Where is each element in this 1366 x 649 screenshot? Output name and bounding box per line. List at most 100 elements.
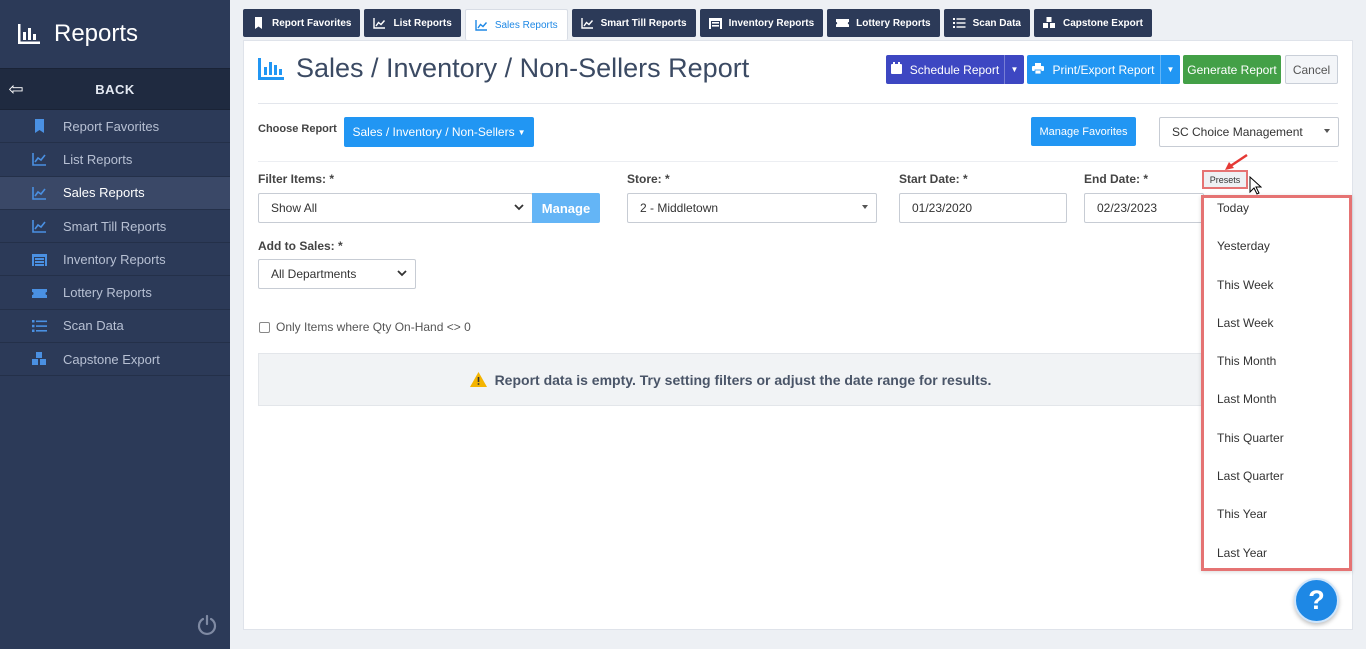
warehouse-icon — [32, 254, 47, 267]
empty-report-message: Report data is empty. Try setting filter… — [258, 353, 1203, 406]
tab-scan-data[interactable]: Scan Data — [943, 9, 1030, 37]
tab-list-reports[interactable]: List Reports — [364, 9, 461, 37]
chart-line-icon — [32, 186, 46, 200]
help-button[interactable]: ? — [1294, 578, 1339, 623]
sidebar-item-label: Inventory Reports — [63, 251, 166, 267]
page-title: Sales / Inventory / Non-Sellers Report — [258, 53, 749, 84]
sidebar-item-list-reports[interactable]: List Reports — [0, 143, 230, 177]
add-to-sales-select[interactable]: All Departments — [258, 259, 416, 289]
sidebar-item-label: List Reports — [63, 151, 133, 167]
tab-lottery-reports[interactable]: Lottery Reports — [827, 9, 940, 37]
sidebar: Reports ⇦ BACK Report Favorites List Rep… — [0, 0, 230, 649]
start-date-input[interactable]: 01/23/2020 — [899, 193, 1067, 223]
tab-inventory-reports[interactable]: Inventory Reports — [699, 9, 824, 37]
report-panel: Sales / Inventory / Non-Sellers Report S… — [243, 40, 1353, 630]
management-select[interactable]: SC Choice Management — [1159, 117, 1339, 147]
bookmark-icon — [255, 17, 262, 29]
report-tabs: Report Favorites List Reports Sales Repo… — [243, 9, 1152, 40]
manage-favorites-button[interactable]: Manage Favorites — [1031, 117, 1136, 146]
sidebar-item-label: Scan Data — [63, 318, 124, 334]
back-button[interactable]: ⇦ BACK — [0, 68, 230, 110]
schedule-dropdown-toggle[interactable]: ▼ — [1004, 55, 1024, 84]
warning-icon — [469, 372, 487, 387]
power-icon[interactable] — [196, 614, 218, 636]
cancel-button[interactable]: Cancel — [1285, 55, 1338, 84]
mouse-cursor-icon — [1249, 176, 1262, 195]
caret-down-icon — [1324, 129, 1330, 133]
tab-label: Capstone Export — [1062, 17, 1143, 29]
sidebar-item-scan-data[interactable]: Scan Data — [0, 310, 230, 344]
chart-line-icon — [475, 20, 487, 31]
divider — [258, 161, 1338, 162]
manage-button[interactable]: Manage — [532, 193, 600, 223]
empty-message-text: Report data is empty. Try setting filter… — [494, 371, 992, 388]
sidebar-item-lottery-reports[interactable]: Lottery Reports — [0, 276, 230, 310]
sidebar-item-inventory-reports[interactable]: Inventory Reports — [0, 243, 230, 277]
tab-label: Lottery Reports — [856, 17, 931, 29]
page-title-text: Sales / Inventory / Non-Sellers Report — [296, 53, 750, 83]
warehouse-icon — [708, 18, 722, 29]
tab-label: List Reports — [393, 17, 452, 29]
list-icon — [32, 319, 47, 332]
sidebar-item-label: Report Favorites — [63, 118, 160, 134]
list-icon — [952, 18, 966, 28]
preset-item-this-quarter[interactable]: This Quarter — [1217, 431, 1284, 445]
filter-items-select[interactable]: Show All — [258, 193, 533, 223]
store-select[interactable]: 2 - Middletown — [627, 193, 877, 223]
print-dropdown-toggle[interactable]: ▼ — [1160, 55, 1180, 84]
cubes-icon — [1042, 17, 1055, 28]
sidebar-item-smart-till-reports[interactable]: Smart Till Reports — [0, 210, 230, 244]
preset-item-yesterday[interactable]: Yesterday — [1217, 239, 1270, 253]
presets-button[interactable]: Presets — [1202, 170, 1248, 189]
preset-item-this-year[interactable]: This Year — [1217, 507, 1267, 521]
divider — [258, 103, 1338, 104]
preset-item-last-month[interactable]: Last Month — [1217, 392, 1276, 406]
app-title: Reports — [54, 20, 139, 47]
tab-smart-till-reports[interactable]: Smart Till Reports — [571, 9, 696, 37]
store-label: Store: * — [627, 172, 670, 186]
sidebar-item-report-favorites[interactable]: Report Favorites — [0, 110, 230, 144]
end-date-input[interactable]: 02/23/2023 — [1084, 193, 1204, 223]
sidebar-item-capstone-export[interactable]: Capstone Export — [0, 343, 230, 377]
bookmark-icon — [35, 119, 44, 134]
preset-item-last-quarter[interactable]: Last Quarter — [1217, 469, 1284, 483]
calendar-icon — [890, 62, 902, 77]
choose-report-label: Choose Report — [258, 123, 337, 135]
qty-on-hand-checkbox[interactable] — [259, 322, 270, 333]
tab-label: Smart Till Reports — [600, 17, 687, 29]
sidebar-item-label: Capstone Export — [63, 351, 160, 367]
tab-capstone-export[interactable]: Capstone Export — [1033, 9, 1152, 37]
print-export-label: Print/Export Report — [1052, 62, 1155, 77]
caret-down-icon: ▼ — [517, 127, 526, 137]
print-icon — [1032, 62, 1045, 77]
sidebar-item-label: Smart Till Reports — [63, 218, 167, 234]
tab-label: Scan Data — [972, 17, 1021, 29]
start-date-label: Start Date: * — [899, 172, 968, 186]
start-date-value: 01/23/2020 — [912, 201, 973, 215]
schedule-report-button[interactable]: Schedule Report ▼ — [886, 55, 1024, 84]
preset-item-last-week[interactable]: Last Week — [1217, 316, 1273, 330]
preset-item-this-week[interactable]: This Week — [1217, 278, 1273, 292]
cubes-icon — [32, 352, 46, 366]
filter-items-value: Show All — [271, 201, 318, 215]
ticket-icon — [32, 288, 47, 298]
end-date-label: End Date: * — [1084, 172, 1149, 186]
chart-line-icon — [32, 153, 46, 167]
print-export-button[interactable]: Print/Export Report ▼ — [1027, 55, 1180, 84]
tab-label: Report Favorites — [272, 17, 352, 29]
choose-report-dropdown[interactable]: Sales / Inventory / Non-Sellers ▼ — [344, 117, 534, 147]
sidebar-item-sales-reports[interactable]: Sales Reports — [0, 176, 230, 210]
tab-label: Inventory Reports — [728, 17, 815, 29]
preset-item-today[interactable]: Today — [1217, 201, 1249, 215]
add-to-sales-value: All Departments — [271, 267, 357, 281]
tab-report-favorites[interactable]: Report Favorites — [243, 9, 361, 37]
add-to-sales-label: Add to Sales: * — [258, 239, 343, 253]
chevron-down-icon — [397, 268, 407, 281]
annotation-arrow — [1225, 153, 1248, 170]
preset-item-this-month[interactable]: This Month — [1217, 354, 1276, 368]
sidebar-header: Reports — [0, 0, 230, 68]
tab-sales-reports[interactable]: Sales Reports — [464, 9, 568, 40]
preset-item-last-year[interactable]: Last Year — [1217, 546, 1267, 560]
filter-items-label: Filter Items: * — [258, 172, 335, 186]
generate-report-button[interactable]: Generate Report — [1183, 55, 1281, 84]
